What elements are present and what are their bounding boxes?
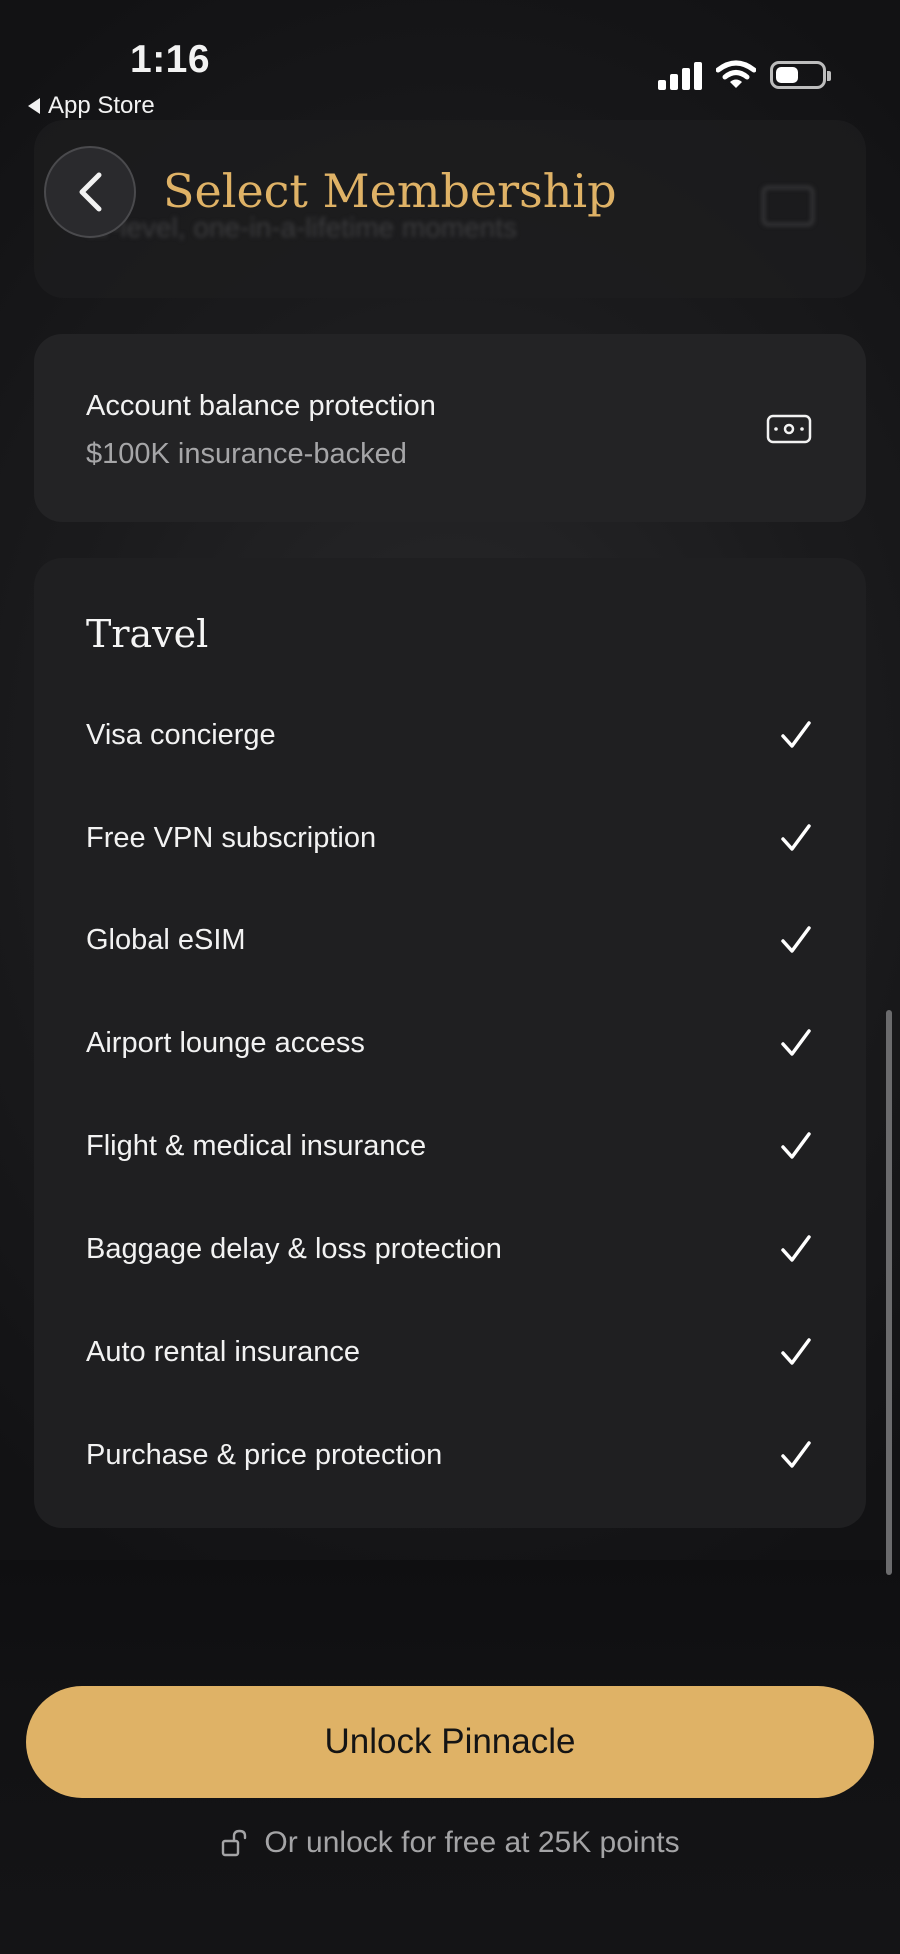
back-app-label: App Store: [48, 92, 155, 119]
feature-label: Baggage delay & loss protection: [86, 1232, 502, 1265]
scrollbar[interactable]: [886, 1010, 892, 1575]
feature-label: Airport lounge access: [86, 1026, 365, 1059]
feature-row: Auto rental insurance: [86, 1322, 812, 1382]
feature-row: Baggage delay & loss protection: [86, 1219, 812, 1279]
unlock-pinnacle-button[interactable]: Unlock Pinnacle: [26, 1686, 874, 1798]
travel-section-title: Travel: [86, 612, 209, 656]
check-icon: [781, 1235, 811, 1262]
page-title: Select Membership: [163, 164, 617, 218]
check-icon: [781, 721, 811, 748]
back-button[interactable]: [44, 146, 136, 238]
feature-row: Airport lounge access: [86, 1013, 812, 1073]
battery-icon: [770, 61, 831, 89]
protection-card: Account balance protection $100K insuran…: [34, 334, 866, 522]
feature-label: Global eSIM: [86, 923, 246, 956]
check-icon: [781, 1441, 811, 1468]
status-time: 1:16: [130, 38, 211, 81]
check-icon: [781, 926, 811, 953]
feature-row: Flight & medical insurance: [86, 1116, 812, 1176]
feature-row: Free VPN subscription: [86, 808, 812, 868]
protection-subtitle: $100K insurance-backed: [86, 438, 407, 470]
check-icon: [781, 1132, 811, 1159]
feature-label: Purchase & price protection: [86, 1438, 443, 1471]
feature-label: Visa concierge: [86, 718, 276, 751]
ticket-icon: [762, 186, 814, 226]
feature-label: Auto rental insurance: [86, 1335, 361, 1368]
feature-row: Global eSIM: [86, 910, 812, 970]
back-triangle-icon: [28, 98, 40, 114]
protection-title: Account balance protection: [86, 390, 436, 422]
wifi-icon: [716, 60, 756, 88]
feature-label: Flight & medical insurance: [86, 1129, 427, 1162]
feature-row: Visa concierge: [86, 705, 812, 765]
status-icons: [658, 60, 831, 90]
cash-icon: [766, 414, 812, 444]
free-unlock-label: Or unlock for free at 25K points: [264, 1826, 680, 1859]
free-unlock-link[interactable]: Or unlock for free at 25K points: [0, 1826, 900, 1860]
check-icon: [781, 824, 811, 851]
cellular-signal-icon: [658, 60, 702, 90]
check-icon: [781, 1029, 811, 1056]
feature-label: Free VPN subscription: [86, 821, 377, 854]
chevron-left-icon: [79, 172, 102, 212]
back-to-app-store[interactable]: App Store: [28, 92, 155, 120]
travel-card: Travel Visa concierge Free VPN subscript…: [34, 558, 866, 1528]
unlock-icon: [222, 1829, 247, 1857]
feature-row: Purchase & price protection: [86, 1425, 812, 1485]
check-icon: [781, 1338, 811, 1365]
